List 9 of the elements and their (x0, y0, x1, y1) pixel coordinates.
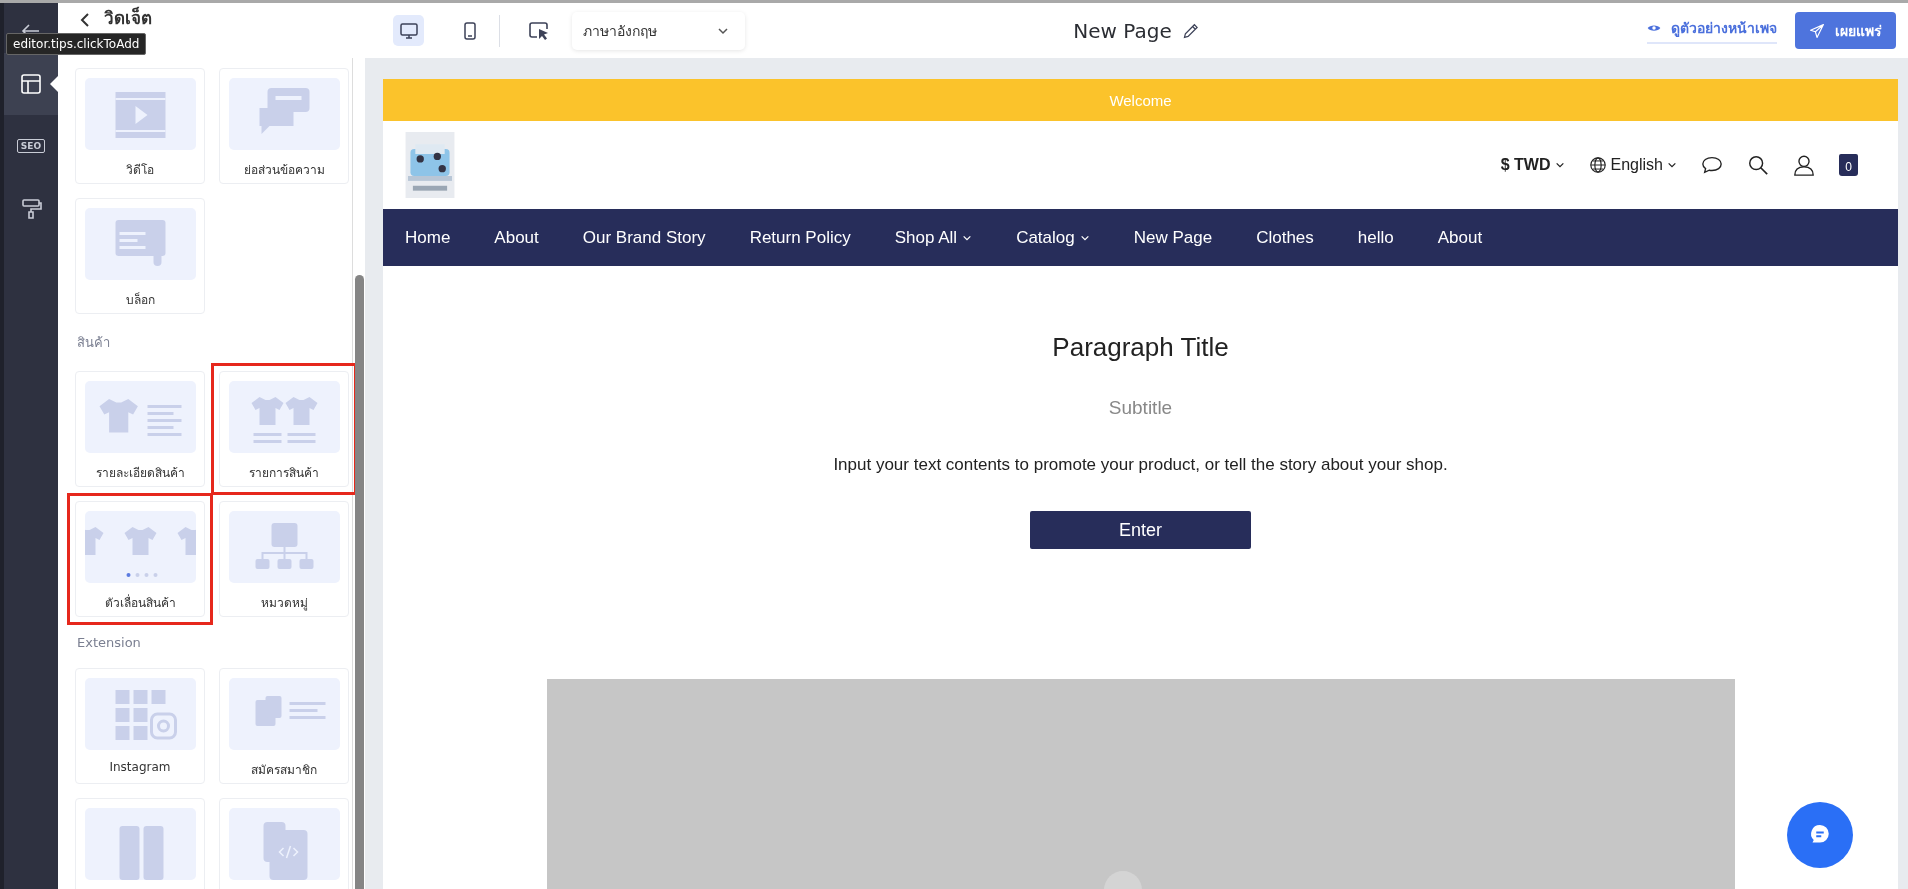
panel-title: วิดเจ็ต (104, 7, 152, 29)
section-heading: สินค้า (77, 334, 111, 352)
section-heading: Extension (77, 635, 142, 650)
section-subtitle: Subtitle (1108, 397, 1173, 419)
page-title: New Page (1073, 18, 1172, 43)
section-text: Input your text contents to promote your product, or tell the story about your shop. (833, 455, 1448, 475)
section-title: Paragraph Title (1052, 332, 1229, 363)
announcement-bar: Welcome (383, 79, 1898, 121)
tooltip: editor.tips.clickToAdd (6, 33, 147, 55)
